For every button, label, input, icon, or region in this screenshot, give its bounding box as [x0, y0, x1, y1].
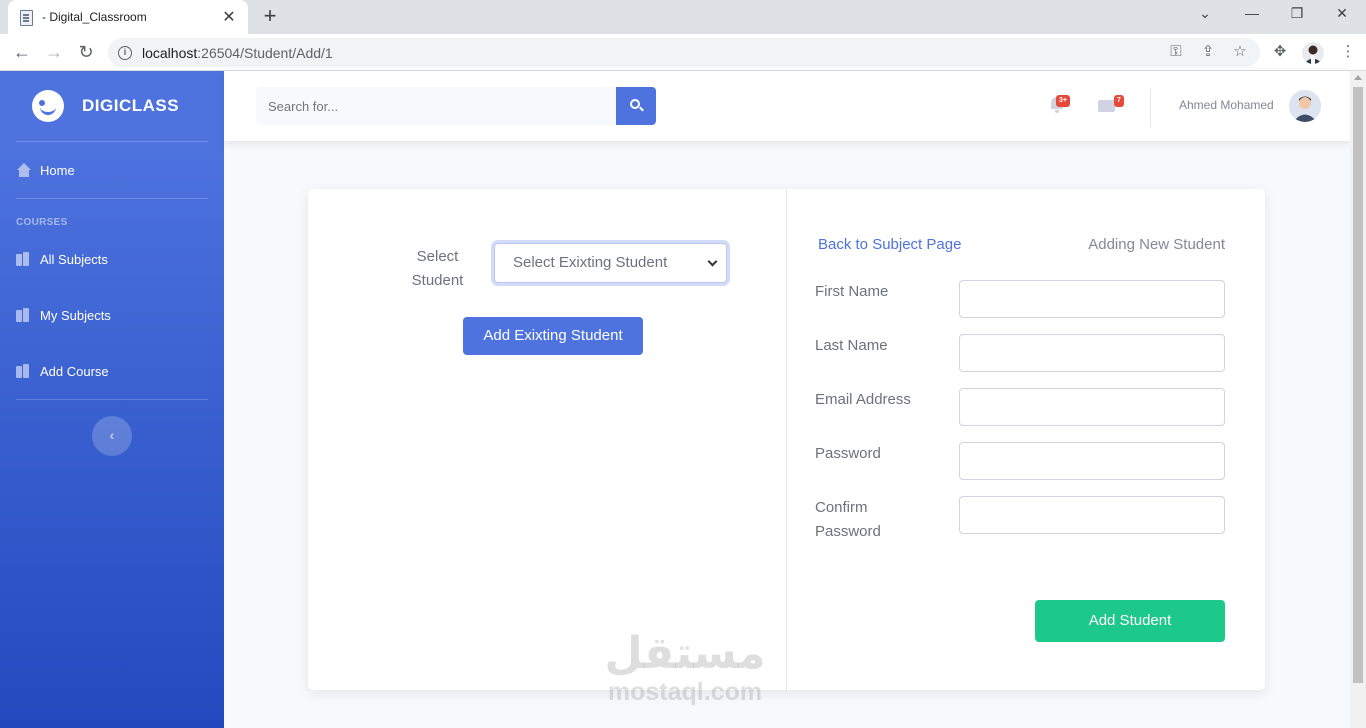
- close-tab-icon[interactable]: ✕: [220, 7, 238, 27]
- card-divider: [786, 189, 787, 690]
- restore-icon[interactable]: ❐: [1285, 5, 1309, 22]
- password-field[interactable]: [959, 442, 1225, 480]
- brand[interactable]: DIGICLASS: [0, 71, 224, 141]
- sidebar-item-label: My Subjects: [40, 307, 111, 323]
- browser-tab[interactable]: - Digital_Classroom ✕: [8, 0, 248, 34]
- sidebar-item-add-course[interactable]: Add Course: [0, 343, 224, 399]
- sidebar-heading: COURSES: [16, 217, 68, 228]
- user-name[interactable]: Ahmed Mohamed: [1179, 98, 1274, 112]
- books-icon: [16, 308, 32, 322]
- url-host: localhost: [142, 44, 198, 61]
- add-existing-student-button[interactable]: Add Exixting Student: [463, 317, 643, 355]
- books-icon: [16, 364, 32, 378]
- watermark-latin: mostaql.com: [607, 678, 763, 706]
- sidebar-divider: [16, 399, 208, 400]
- profile-avatar[interactable]: [1302, 42, 1324, 64]
- user-avatar[interactable]: [1289, 90, 1321, 122]
- first-name-label: First Name: [815, 283, 889, 300]
- sidebar-item-label: Home: [40, 162, 75, 178]
- page-favicon-icon: [18, 9, 34, 26]
- existing-student-select[interactable]: Select Exixting Student: [494, 243, 727, 283]
- watermark-arabic: مستقل: [604, 628, 766, 679]
- address-bar[interactable]: i localhost:26504/Student/Add/1: [108, 38, 1260, 67]
- key-icon[interactable]: ⚿: [1166, 42, 1186, 62]
- search-input[interactable]: [256, 87, 616, 125]
- browser-toolbar: ← → ↻ i localhost:26504/Student/Add/1 ⚿ …: [0, 34, 1366, 71]
- sidebar-item-all-subjects[interactable]: All Subjects: [0, 231, 224, 287]
- sidebar-item-home[interactable]: Home: [0, 142, 224, 198]
- email-label: Email Address: [815, 391, 911, 408]
- search-button[interactable]: [616, 87, 656, 125]
- back-arrow-icon[interactable]: ←: [10, 41, 34, 63]
- messages-badge: 7: [1114, 95, 1124, 107]
- page-scrollbar[interactable]: [1350, 71, 1366, 728]
- scroll-thumb[interactable]: [1353, 87, 1363, 683]
- share-icon[interactable]: ⇪: [1198, 42, 1218, 62]
- first-name-field[interactable]: [959, 280, 1225, 318]
- wink-logo-icon: [32, 90, 64, 122]
- sidebar-item-label: Add Course: [40, 363, 109, 379]
- sidebar-item-my-subjects[interactable]: My Subjects: [0, 287, 224, 343]
- site-info-icon[interactable]: i: [118, 45, 132, 60]
- sidebar: DIGICLASS Home COURSES All Subjects My S…: [0, 71, 224, 728]
- last-name-field[interactable]: [959, 334, 1225, 372]
- chevron-left-icon: ‹: [109, 427, 115, 443]
- star-icon[interactable]: ☆: [1230, 42, 1250, 62]
- alerts-badge: 3+: [1056, 95, 1070, 107]
- scroll-up-arrow-icon[interactable]: [1354, 75, 1362, 80]
- mostaql-watermark: مستقل mostaql.com: [600, 628, 770, 706]
- topbar-divider: [1150, 89, 1151, 127]
- confirm-password-label: Confirm Password: [815, 499, 881, 540]
- home-icon: [16, 163, 32, 177]
- email-field[interactable]: [959, 388, 1225, 426]
- add-student-button[interactable]: Add Student: [1035, 600, 1225, 642]
- select-value: Select Exixting Student: [513, 254, 668, 271]
- last-name-label: Last Name: [815, 337, 888, 354]
- extensions-icon[interactable]: ✥: [1270, 42, 1290, 62]
- student-card: Select Student Select Exixting Student A…: [308, 189, 1265, 705]
- sidebar-toggle-button[interactable]: ‹: [92, 416, 132, 456]
- chevron-down-icon: [707, 256, 718, 267]
- sidebar-item-label: All Subjects: [40, 251, 108, 267]
- form-title: Adding New Student: [1088, 236, 1225, 253]
- minimize-icon[interactable]: —: [1240, 5, 1264, 21]
- forward-arrow-icon[interactable]: →: [42, 41, 66, 63]
- url-path: :26504/Student/Add/1: [197, 44, 333, 61]
- tab-title: - Digital_Classroom: [42, 10, 147, 24]
- url-text: localhost:26504/Student/Add/1: [142, 45, 333, 61]
- password-label: Password: [815, 445, 881, 462]
- search-form: [256, 87, 656, 125]
- confirm-password-field[interactable]: [959, 496, 1225, 534]
- brand-name: DIGICLASS: [82, 96, 180, 115]
- reload-icon[interactable]: ↻: [74, 41, 98, 63]
- close-window-icon[interactable]: ✕: [1330, 5, 1354, 22]
- topbar: 3+ 7 Ahmed Mohamed: [224, 71, 1350, 141]
- tab-search-icon[interactable]: ⌄: [1193, 5, 1217, 22]
- select-student-label: Select Student: [411, 248, 464, 289]
- browser-menu-icon[interactable]: ⋮: [1338, 42, 1358, 62]
- back-to-subject-link[interactable]: Back to Subject Page: [818, 236, 961, 253]
- books-icon: [16, 252, 32, 266]
- browser-tab-bar: - Digital_Classroom ✕ + ⌄ — ❐ ✕: [0, 0, 1366, 34]
- new-tab-icon[interactable]: +: [258, 5, 282, 29]
